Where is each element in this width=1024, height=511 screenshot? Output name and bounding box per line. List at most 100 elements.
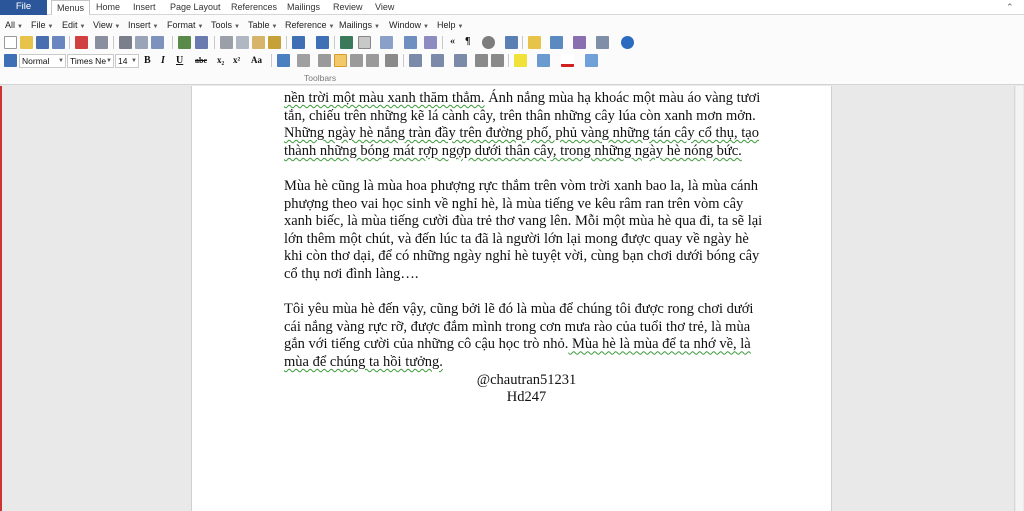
copy-icon[interactable]	[236, 36, 249, 49]
format-painter-icon[interactable]	[268, 36, 281, 49]
menu-window[interactable]: Window ▼	[389, 20, 429, 30]
paste-icon[interactable]	[252, 36, 265, 49]
menu-mailings[interactable]: Mailings ▼	[339, 20, 380, 30]
change-case-button[interactable]: Aa	[251, 55, 262, 65]
shading-icon[interactable]	[537, 54, 550, 67]
quote-icon[interactable]: «	[450, 36, 455, 47]
folder-icon[interactable]	[528, 36, 541, 49]
numbering-icon[interactable]	[409, 54, 422, 67]
chevron-down-icon: ▼	[234, 24, 240, 30]
menu-all[interactable]: All ▼	[5, 20, 23, 30]
styles-icon[interactable]	[550, 36, 563, 49]
highlight-icon[interactable]	[514, 54, 527, 67]
vertical-scrollbar[interactable]	[1014, 86, 1024, 511]
underline-button[interactable]: U	[176, 55, 183, 66]
menu-file[interactable]: File ▼	[31, 20, 53, 30]
help-icon[interactable]	[621, 36, 634, 49]
subscript-button[interactable]: x₂	[217, 55, 224, 65]
paragraph-2[interactable]: Mùa hè cũng là mùa hoa phượng rực thắm t…	[284, 178, 769, 284]
columns-icon[interactable]	[404, 36, 417, 49]
tab-home[interactable]: Home	[96, 0, 120, 15]
undo-icon[interactable]	[292, 36, 305, 49]
print-icon[interactable]	[95, 36, 108, 49]
text-effect-icon[interactable]	[585, 54, 598, 67]
pdf-icon[interactable]	[75, 36, 88, 49]
save-icon[interactable]	[36, 36, 49, 49]
page-setup-icon[interactable]	[151, 36, 164, 49]
menu-edit[interactable]: Edit ▼	[62, 20, 85, 30]
menu-help[interactable]: Help ▼	[437, 20, 463, 30]
read-mode-icon[interactable]	[505, 36, 518, 49]
hyperlink-icon[interactable]	[340, 36, 353, 49]
tab-view[interactable]: View	[375, 0, 394, 15]
chevron-down-icon: ▼	[374, 24, 380, 30]
zoom-icon[interactable]	[482, 36, 495, 49]
spelling-icon[interactable]	[178, 36, 191, 49]
menu-reference[interactable]: Reference ▼	[285, 20, 334, 30]
themes-icon[interactable]	[573, 36, 586, 49]
align-center-icon[interactable]	[334, 54, 347, 67]
document-page[interactable]: nền trời một màu xanh thăm thẳm. Ánh nắn…	[191, 86, 832, 511]
bullets-icon[interactable]	[431, 54, 444, 67]
scrollbar-thumb[interactable]	[1016, 86, 1023, 511]
tab-references[interactable]: References	[231, 0, 277, 15]
align-left-icon[interactable]	[318, 54, 331, 67]
print-preview-icon[interactable]	[119, 36, 132, 49]
menu-insert[interactable]: Insert ▼	[128, 20, 158, 30]
font-select[interactable]: Times Ne ▼	[67, 54, 114, 68]
menu-tools[interactable]: Tools ▼	[211, 20, 240, 30]
increase-indent-icon[interactable]	[491, 54, 504, 67]
chevron-down-icon: ▼	[114, 24, 121, 30]
clear-formatting-icon[interactable]	[297, 54, 310, 67]
toolbar-separator	[286, 36, 287, 49]
tab-file[interactable]: File	[0, 0, 47, 15]
tab-review[interactable]: Review	[333, 0, 363, 15]
align-right-icon[interactable]	[350, 54, 363, 67]
tag-line[interactable]: Hd247	[284, 389, 769, 407]
tab-menus[interactable]: Menus	[51, 0, 91, 16]
author-line[interactable]: @chautran51231	[284, 372, 769, 390]
text-effects-icon[interactable]	[277, 54, 290, 67]
insert-table-icon[interactable]	[380, 36, 393, 49]
open-folder-icon[interactable]	[20, 36, 33, 49]
toolbars-group-label: Toolbars	[304, 73, 337, 83]
chevron-down-icon: ▼	[106, 58, 112, 64]
cut-icon[interactable]	[220, 36, 233, 49]
justify-icon[interactable]	[366, 54, 379, 67]
menu-table[interactable]: Table ▼	[248, 20, 277, 30]
decrease-indent-icon[interactable]	[475, 54, 488, 67]
chevron-down-icon: ▼	[197, 24, 204, 30]
style-select[interactable]: Normal ▼	[19, 54, 66, 68]
ribbon-tab-bar: File Menus Home Insert Page Layout Refer…	[0, 0, 1024, 16]
document-body[interactable]: nền trời một màu xanh thăm thẳm. Ánh nắn…	[284, 90, 769, 407]
drawing-icon[interactable]	[424, 36, 437, 49]
tab-page-layout[interactable]: Page Layout	[170, 0, 221, 15]
print-layout-icon[interactable]	[135, 36, 148, 49]
save-all-icon[interactable]	[52, 36, 65, 49]
new-document-icon[interactable]	[4, 36, 17, 49]
multilevel-list-icon[interactable]	[454, 54, 467, 67]
chevron-down-icon: ▼	[328, 24, 335, 30]
grammar-flag-text: Những ngày hè nắng tràn đầy trên đường p…	[284, 125, 759, 159]
borders-icon[interactable]	[358, 36, 371, 49]
paragraph-1[interactable]: nền trời một màu xanh thăm thẳm. Ánh nắn…	[284, 90, 769, 160]
menu-format[interactable]: Format ▼	[167, 20, 203, 30]
superscript-button[interactable]: x²	[233, 55, 240, 65]
redo-icon[interactable]	[316, 36, 329, 49]
strikethrough-button[interactable]: abc	[195, 56, 207, 65]
line-spacing-icon[interactable]	[385, 54, 398, 67]
minimize-ribbon-icon[interactable]: ⌃	[1006, 2, 1014, 13]
styles-pane-icon[interactable]	[4, 54, 17, 67]
toolbar-separator	[69, 36, 70, 49]
font-size-select[interactable]: 14 ▼	[115, 54, 139, 68]
tab-insert[interactable]: Insert	[133, 0, 156, 15]
bold-button[interactable]: B	[144, 55, 151, 66]
view-options-icon[interactable]	[596, 36, 609, 49]
font-color-icon[interactable]	[561, 54, 574, 67]
research-icon[interactable]	[195, 36, 208, 49]
show-formatting-icon[interactable]: ¶	[465, 36, 470, 47]
paragraph-3[interactable]: Tôi yêu mùa hè đến vậy, cũng bởi lẽ đó l…	[284, 301, 769, 371]
italic-button[interactable]: I	[161, 55, 165, 66]
tab-mailings[interactable]: Mailings	[287, 0, 320, 15]
menu-view[interactable]: View ▼	[93, 20, 120, 30]
